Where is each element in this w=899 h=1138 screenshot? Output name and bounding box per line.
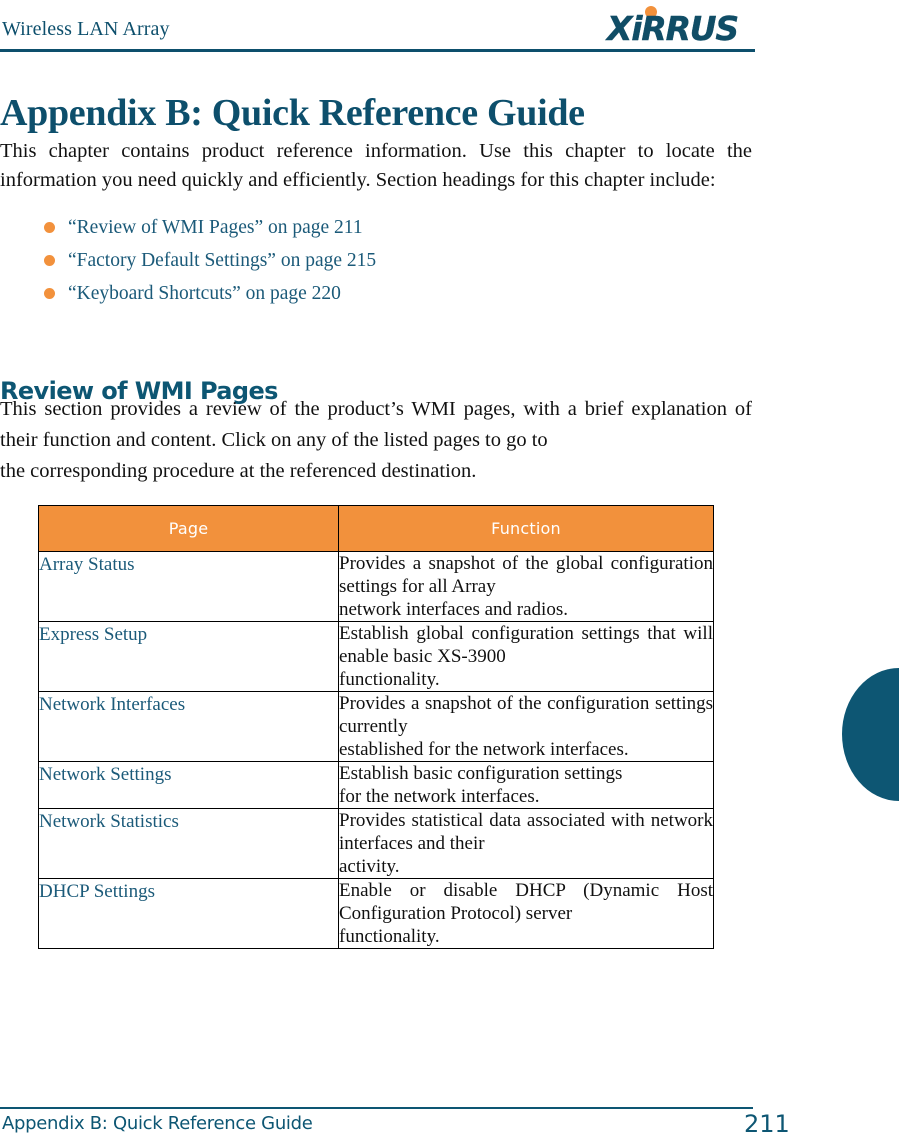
table-cell-page-link[interactable]: Array Status bbox=[38, 551, 339, 622]
table-cell-function: Establish global configuration settings … bbox=[338, 621, 714, 692]
wmi-pages-table: Page Function Array Status Provides a sn… bbox=[38, 505, 714, 949]
table-body: Array Status Provides a snapshot of the … bbox=[38, 551, 714, 949]
function-text-last-line: functionality. bbox=[339, 669, 440, 690]
column-header-page: Page bbox=[38, 505, 339, 552]
table-row: DHCP Settings Enable or disable DHCP (Dy… bbox=[38, 878, 714, 949]
document-page: Wireless LAN Array XiRRUS Appendix B: Qu… bbox=[0, 0, 899, 1138]
table-row: Network Statistics Provides statistical … bbox=[38, 808, 714, 879]
bullet-dot-icon bbox=[44, 255, 55, 266]
function-text: Enable or disable DHCP (Dynamic Host Con… bbox=[339, 880, 713, 924]
function-text-last-line: functionality. bbox=[339, 926, 440, 947]
list-item[interactable]: “Factory Default Settings” on page 215 bbox=[0, 245, 752, 278]
footer-page-number: 211 bbox=[744, 1110, 790, 1138]
function-text: Provides statistical data associated wit… bbox=[339, 810, 713, 854]
running-head: Wireless LAN Array bbox=[2, 18, 170, 40]
logo-wordmark: XiRRUS bbox=[607, 9, 740, 48]
intro-paragraph: This chapter contains product reference … bbox=[0, 139, 752, 191]
table-cell-page-link[interactable]: Network Interfaces bbox=[38, 691, 339, 762]
list-item-label[interactable]: “Factory Default Settings” on page 215 bbox=[68, 250, 376, 271]
function-text: Provides a snapshot of the global config… bbox=[339, 553, 713, 597]
table-cell-page-link[interactable]: DHCP Settings bbox=[38, 878, 339, 949]
chapter-thumb-tab bbox=[842, 668, 899, 801]
table-row: Network Settings Establish basic configu… bbox=[38, 761, 714, 809]
footer-divider bbox=[0, 1107, 753, 1109]
header-divider bbox=[0, 49, 755, 52]
table-row: Network Interfaces Provides a snapshot o… bbox=[38, 691, 714, 762]
function-text-last-line: network interfaces and radios. bbox=[339, 599, 568, 620]
table-cell-function: Provides a snapshot of the global config… bbox=[338, 551, 714, 622]
function-text: Establish basic configuration settings bbox=[339, 763, 623, 784]
table-cell-page-link[interactable]: Network Settings bbox=[38, 761, 339, 809]
bullet-dot-icon bbox=[44, 288, 55, 299]
list-item-label[interactable]: “Review of WMI Pages” on page 211 bbox=[68, 217, 363, 238]
function-text-last-line: for the network interfaces. bbox=[339, 786, 540, 807]
page-title: Appendix B: Quick Reference Guide bbox=[0, 92, 585, 135]
cross-reference-list: “Review of WMI Pages” on page 211 “Facto… bbox=[0, 212, 752, 311]
function-text: Provides a snapshot of the configuration… bbox=[339, 693, 713, 737]
function-text-last-line: activity. bbox=[339, 856, 400, 877]
section-paragraph-last-line: the corresponding procedure at the refer… bbox=[0, 460, 477, 482]
section-paragraph-body: This section provides a review of the pr… bbox=[0, 398, 752, 451]
xirrus-logo: XiRRUS bbox=[607, 4, 757, 46]
list-item-label[interactable]: “Keyboard Shortcuts” on page 220 bbox=[68, 283, 341, 304]
function-text: Establish global configuration settings … bbox=[339, 623, 713, 667]
list-item[interactable]: “Keyboard Shortcuts” on page 220 bbox=[0, 278, 752, 311]
table-header: Page Function bbox=[38, 505, 714, 552]
table-row: Express Setup Establish global configura… bbox=[38, 621, 714, 692]
table-cell-function: Provides a snapshot of the configuration… bbox=[338, 691, 714, 762]
list-item[interactable]: “Review of WMI Pages” on page 211 bbox=[0, 212, 752, 245]
table-header-row: Page Function bbox=[38, 505, 714, 552]
table-cell-function: Establish basic configuration settings f… bbox=[338, 761, 714, 809]
column-header-function: Function bbox=[338, 505, 714, 552]
bullet-dot-icon bbox=[44, 222, 55, 233]
section-paragraph: This section provides a review of the pr… bbox=[0, 394, 752, 487]
page-header: Wireless LAN Array XiRRUS bbox=[0, 0, 899, 56]
table-cell-function: Enable or disable DHCP (Dynamic Host Con… bbox=[338, 878, 714, 949]
footer-chapter-label: Appendix B: Quick Reference Guide bbox=[2, 1113, 313, 1134]
table-cell-page-link[interactable]: Network Statistics bbox=[38, 808, 339, 879]
table-row: Array Status Provides a snapshot of the … bbox=[38, 551, 714, 622]
function-text-last-line: established for the network interfaces. bbox=[339, 739, 629, 760]
table-cell-page-link[interactable]: Express Setup bbox=[38, 621, 339, 692]
table-cell-function: Provides statistical data associated wit… bbox=[338, 808, 714, 879]
